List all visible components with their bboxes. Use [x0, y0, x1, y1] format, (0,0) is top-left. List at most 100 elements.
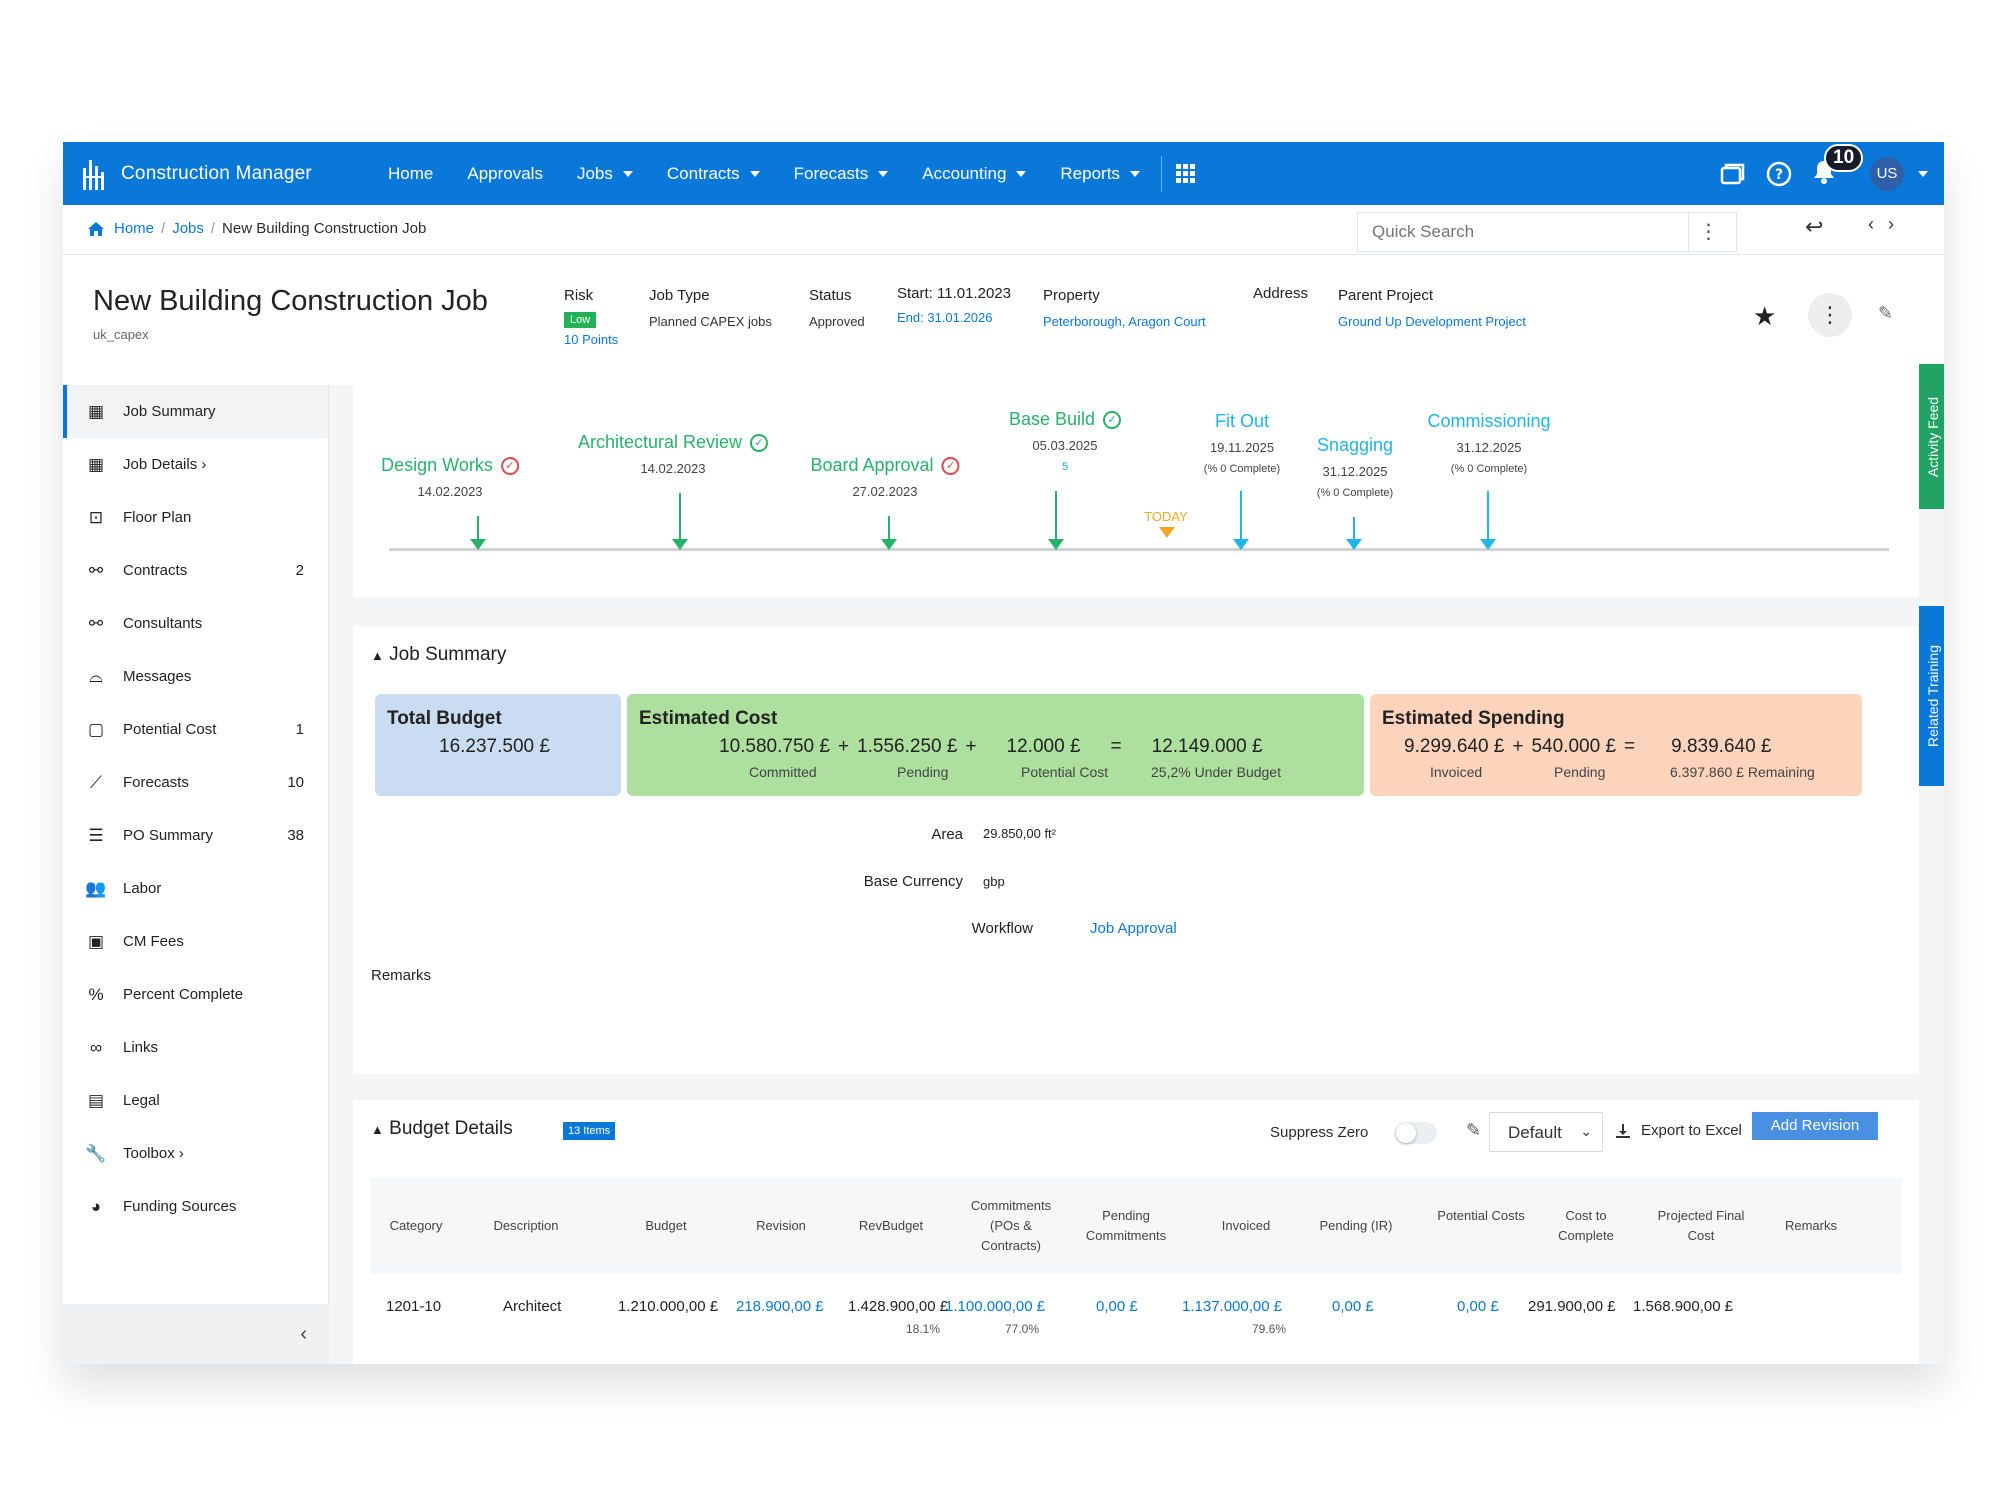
milestone-design-works[interactable]: Design Works ✓ 14.02.2023 [381, 455, 519, 499]
date-range-field[interactable]: Start: 11.01.2023 End: 31.01.2026 [897, 285, 1011, 325]
col-projected-final-cost[interactable]: Projected Final Cost [1651, 1206, 1751, 1246]
parent-project-link[interactable]: Ground Up Development Project [1338, 314, 1526, 329]
risk-points-link[interactable]: 10 Points [564, 332, 618, 347]
sidebar-item-toolbox[interactable]: 🔧 Toolbox › [63, 1127, 328, 1180]
col-revision[interactable]: Revision [726, 1216, 836, 1236]
cell-revbudget: 1.428.900,00 £ [848, 1298, 949, 1315]
nav-reports[interactable]: Reports [1043, 164, 1157, 184]
cell-revision-link[interactable]: 218.900,00 £ [736, 1298, 824, 1315]
nav-contracts[interactable]: Contracts [650, 164, 777, 184]
prev-record-chevron-icon[interactable]: ‹ [1868, 214, 1874, 235]
workflow-link[interactable]: Job Approval [1090, 920, 1177, 937]
sidebar-item-legal[interactable]: ▤ Legal [63, 1074, 328, 1127]
milestone-fit-out[interactable]: Fit Out 19.11.2025 (% 0 Complete) [1204, 411, 1280, 475]
search-options-kebab-icon[interactable]: ⋮ [1688, 213, 1728, 251]
sidebar-item-potential-cost[interactable]: ▢ Potential Cost 1 [63, 703, 328, 756]
milestone-commissioning[interactable]: Commissioning 31.12.2025 (% 0 Complete) [1427, 411, 1550, 475]
nav-right-tools: ? 10 US [1700, 142, 1928, 205]
edit-pencil-icon[interactable]: ✎ [1878, 303, 1893, 324]
home-icon[interactable] [87, 221, 105, 237]
breadcrumb-jobs[interactable]: Jobs [172, 220, 204, 237]
brand[interactable]: Construction Manager [81, 158, 371, 190]
sidebar-item-messages[interactable]: ⌓ Messages [63, 650, 328, 703]
add-revision-button[interactable]: Add Revision [1752, 1112, 1878, 1140]
nav-approvals[interactable]: Approvals [450, 164, 560, 184]
legal-doc-icon: ▤ [87, 1090, 105, 1110]
clipboard-icon: ▢ [87, 719, 105, 739]
cell-pending-commitments-link[interactable]: 0,00 £ [1096, 1298, 1138, 1315]
windows-icon[interactable] [1720, 162, 1746, 186]
help-icon[interactable]: ? [1766, 161, 1792, 187]
col-pending-ir[interactable]: Pending (IR) [1301, 1216, 1411, 1236]
favorite-star-icon[interactable]: ★ [1753, 301, 1776, 332]
col-category[interactable]: Category [371, 1216, 461, 1236]
quick-search-input[interactable] [1358, 222, 1688, 242]
sidebar-item-contracts[interactable]: ⚯ Contracts 2 [63, 544, 328, 597]
nav-accounting[interactable]: Accounting [905, 164, 1043, 184]
sidebar-item-consultants[interactable]: ⚯ Consultants [63, 597, 328, 650]
back-arrow-icon[interactable]: ↩ [1805, 214, 1823, 240]
wrench-icon: 🔧 [85, 1143, 107, 1163]
job-summary-toggle[interactable]: ▲ Job Summary [371, 644, 506, 666]
related-training-tab[interactable]: Related Training [1919, 606, 1944, 786]
col-commitments[interactable]: Commitments (POs & Contracts) [961, 1196, 1061, 1256]
nav-forecasts[interactable]: Forecasts [777, 164, 906, 184]
sidebar-item-job-summary[interactable]: ▦ Job Summary [63, 385, 328, 438]
cell-pending-ir-link[interactable]: 0,00 £ [1332, 1298, 1374, 1315]
col-potential-costs[interactable]: Potential Costs [1436, 1206, 1526, 1226]
apps-grid-icon[interactable] [1175, 164, 1195, 183]
sidebar-item-job-details[interactable]: ▦ Job Details › [63, 438, 328, 491]
suppress-zero-toggle[interactable] [1395, 1122, 1437, 1144]
sidebar-item-links[interactable]: ∞ Links [63, 1021, 328, 1074]
job-type-label: Job Type [649, 287, 710, 304]
edit-view-pencil-icon[interactable]: ✎ [1466, 1120, 1481, 1141]
est-committed-caption: Committed [749, 764, 817, 780]
estimated-cost-captions: Committed Pending Potential Cost 25,2% U… [639, 764, 1352, 780]
cell-invoiced-link[interactable]: 1.137.000,00 £ [1182, 1298, 1282, 1315]
sidebar-item-cm-fees[interactable]: ▣ CM Fees [63, 915, 328, 968]
spend-invoiced-value: 9.299.640 £ [1404, 736, 1505, 757]
collapse-sidebar-chevron-icon[interactable]: ‹ [63, 1304, 329, 1364]
sidebar-item-po-summary[interactable]: ☰ PO Summary 38 [63, 809, 328, 862]
cell-commitments-link[interactable]: 1.100.000,00 £ [945, 1298, 1045, 1315]
estimated-cost-label: Estimated Cost [639, 708, 778, 729]
next-record-chevron-icon[interactable]: › [1888, 214, 1894, 235]
budget-details-toggle[interactable]: ▲ Budget Details [371, 1118, 513, 1140]
col-revbudget[interactable]: RevBudget [836, 1216, 946, 1236]
user-menu-caret-icon[interactable] [1918, 170, 1928, 177]
col-description[interactable]: Description [471, 1216, 581, 1236]
nav-home[interactable]: Home [371, 164, 450, 184]
cell-potential-costs-link[interactable]: 0,00 £ [1457, 1298, 1499, 1315]
sidebar-item-labor[interactable]: 👥 Labor [63, 862, 328, 915]
breadcrumb-home[interactable]: Home [114, 220, 154, 237]
notifications-bell[interactable]: 10 [1812, 143, 1864, 190]
view-select[interactable]: Default ⌄ [1489, 1112, 1603, 1152]
property-link[interactable]: Peterborough, Aragon Court [1043, 314, 1206, 329]
sidebar-item-funding-sources[interactable]: ◕ Funding Sources [63, 1180, 328, 1233]
more-options-kebab-icon[interactable]: ⋮ [1808, 293, 1852, 337]
est-potential-value: 12.000 £ [1006, 736, 1081, 757]
col-budget[interactable]: Budget [611, 1216, 721, 1236]
col-invoiced[interactable]: Invoiced [1201, 1216, 1291, 1236]
est-potential-caption: Potential Cost [1021, 764, 1109, 780]
user-avatar[interactable]: US [1870, 156, 1904, 191]
nav-jobs[interactable]: Jobs [560, 164, 650, 184]
spend-total-value: 9.839.640 £ [1671, 736, 1772, 757]
milestone-board-approval[interactable]: Board Approval ✓ 27.02.2023 [810, 455, 960, 499]
col-pending-commitments[interactable]: Pending Commitments [1071, 1206, 1181, 1246]
sidebar-item-floor-plan[interactable]: ⊡ Floor Plan [63, 491, 328, 544]
sidebar-item-forecasts[interactable]: ⟋ Forecasts 10 [63, 756, 328, 809]
col-cost-to-complete[interactable]: Cost to Complete [1541, 1206, 1631, 1246]
chevron-up-icon: ▲ [371, 1122, 384, 1137]
milestone-count-link[interactable]: 5 [1009, 461, 1121, 473]
milestone-base-build[interactable]: Base Build ✓ 05.03.2025 5 [1009, 409, 1122, 473]
address-link[interactable]: Address [1253, 285, 1308, 302]
sidebar-item-label: CM Fees [123, 933, 184, 950]
export-to-excel-button[interactable]: Export to Excel [1615, 1122, 1742, 1139]
activity-feed-tab[interactable]: Activity Feed [1919, 364, 1944, 509]
milestone-architectural-review[interactable]: Architectural Review ✓ 14.02.2023 [578, 432, 769, 476]
col-remarks[interactable]: Remarks [1766, 1216, 1856, 1236]
budget-details-section: ▲ Budget Details 13 Items Suppress Zero … [353, 1100, 1919, 1364]
milestone-snagging[interactable]: Snagging 31.12.2025 (% 0 Complete) [1317, 435, 1393, 499]
sidebar-item-percent-complete[interactable]: % Percent Complete [63, 968, 328, 1021]
